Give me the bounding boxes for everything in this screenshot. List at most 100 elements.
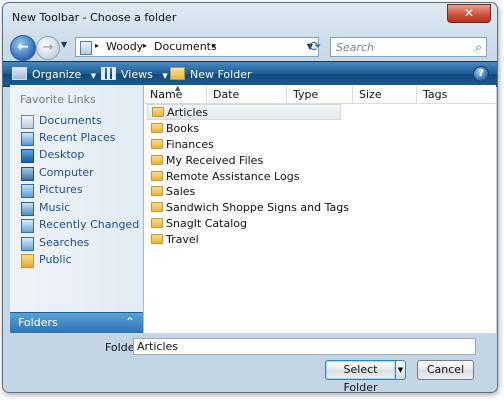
address-bar[interactable]: ▸ Woody ▸ Documents ▸ ▼ [75, 37, 319, 57]
chevron-down-icon: ▼ [397, 366, 404, 374]
folder-icon [152, 107, 164, 117]
list-item[interactable]: Sandwich Shoppe Signs and Tags [147, 200, 349, 216]
views-menu[interactable]: Views ▼ [101, 67, 168, 81]
help-glyph: ? [478, 68, 484, 79]
help-icon[interactable]: ? [473, 66, 489, 82]
breadcrumb-separator[interactable]: ▸ [95, 41, 99, 50]
navigation-pane: Favorite Links Documents Recent Places D… [10, 85, 144, 333]
back-arrow-icon: ← [17, 39, 29, 55]
list-item[interactable]: Articles [147, 104, 341, 120]
organize-icon [12, 67, 27, 80]
sort-ascending-icon: ▲ [175, 84, 181, 92]
computer-icon [21, 167, 34, 181]
pictures-icon [21, 184, 34, 198]
breadcrumb-woody[interactable]: Woody [106, 40, 143, 53]
search-icon[interactable]: ⌕ [475, 40, 482, 55]
column-label: Tags [423, 88, 448, 101]
searches-icon [21, 237, 34, 251]
column-label: Size [359, 88, 382, 101]
window-title: New Toolbar - Choose a folder [12, 11, 177, 24]
list-item[interactable]: SnagIt Catalog [147, 216, 341, 232]
recent-places-icon [21, 132, 34, 146]
dialog-window: New Toolbar - Choose a folder ✕ ← → ▼ ▸ … [2, 2, 498, 393]
fav-label: Recently Changed [39, 218, 140, 231]
folder-icon [151, 139, 163, 149]
select-folder-button[interactable]: Select Folder [325, 360, 396, 392]
breadcrumb-separator[interactable]: ▸ [143, 41, 147, 50]
breadcrumb-documents[interactable]: Documents [154, 40, 217, 53]
folder-name: Remote Assistance Logs [166, 170, 300, 183]
chevron-down-icon: ▼ [90, 72, 97, 80]
refresh-icon[interactable]: ⟳ [305, 37, 325, 57]
column-header-type[interactable]: Type [287, 85, 353, 104]
column-header-tags[interactable]: Tags [417, 85, 496, 104]
address-row: ← → ▼ ▸ Woody ▸ Documents ▸ ▼ ⟳ Search ⌕ [3, 31, 497, 61]
folder-icon [151, 186, 163, 196]
folder-name: Books [166, 122, 200, 135]
folder-icon [151, 171, 163, 181]
column-header-name[interactable]: Name ▲ [144, 84, 207, 104]
folders-toggle[interactable]: Folders ⌃ [10, 312, 143, 333]
fav-label: Computer [39, 166, 94, 179]
search-input[interactable]: Search ⌕ [330, 37, 487, 57]
forward-arrow-icon: → [42, 40, 54, 55]
list-item[interactable]: Finances [147, 137, 341, 153]
fav-label: Music [39, 201, 71, 214]
fav-label: Pictures [39, 183, 83, 196]
views-label: Views [121, 68, 153, 81]
folder-icon [151, 218, 163, 228]
folder-name-field[interactable]: Articles [133, 338, 476, 355]
column-header-size[interactable]: Size [353, 85, 417, 104]
cancel-button[interactable]: Cancel [417, 360, 474, 380]
music-icon [21, 202, 34, 216]
fav-label: Recent Places [39, 131, 116, 144]
recently-changed-icon [21, 219, 34, 233]
favorite-links-heading: Favorite Links [20, 93, 96, 106]
folders-label: Folders [18, 316, 58, 329]
recent-pages-dropdown[interactable]: ▼ [61, 40, 67, 49]
folder-icon [151, 202, 163, 212]
fav-label: Desktop [39, 148, 85, 161]
list-item[interactable]: Sales [147, 184, 341, 200]
back-button[interactable]: ← [10, 35, 36, 61]
fav-label: Public [39, 253, 72, 266]
list-item[interactable]: Books [147, 121, 341, 137]
folder-name: Articles [167, 106, 209, 119]
fav-label: Documents [39, 114, 102, 127]
views-icon [101, 67, 116, 80]
file-list: Name ▲ Date modified Type Size Tags Arti… [144, 84, 496, 333]
location-icon [80, 41, 92, 55]
folder-name: My Received Files [166, 154, 264, 167]
close-icon: ✕ [463, 6, 475, 20]
list-item[interactable]: My Received Files [147, 153, 341, 169]
list-item[interactable]: Travel [147, 232, 341, 248]
column-header-date-modified[interactable]: Date modified [207, 85, 287, 120]
new-folder-button[interactable]: New Folder [170, 67, 251, 81]
title-bar[interactable]: New Toolbar - Choose a folder ✕ [3, 3, 497, 31]
chevron-up-icon: ⌃ [124, 315, 135, 329]
breadcrumb-separator[interactable]: ▸ [212, 41, 216, 50]
folder-icon [151, 234, 163, 244]
column-label: Type [293, 88, 319, 101]
search-placeholder: Search [336, 41, 375, 54]
folder-icon [151, 123, 163, 133]
folder-name: Finances [166, 138, 214, 151]
forward-button[interactable]: → [36, 36, 60, 60]
select-folder-dropdown[interactable]: ▼ [395, 360, 406, 380]
new-folder-label: New Folder [190, 68, 252, 81]
close-button[interactable]: ✕ [447, 4, 491, 23]
folder-name: Sales [166, 185, 196, 198]
organize-menu[interactable]: Organize ▼ [12, 67, 96, 81]
documents-icon [21, 115, 34, 129]
organize-label: Organize [32, 68, 82, 81]
fav-label: Searches [39, 236, 90, 249]
command-bar: Organize ▼ Views ▼ New Folder ? [3, 61, 497, 87]
public-folder-icon [21, 254, 34, 268]
chevron-down-icon: ▼ [162, 72, 168, 80]
folder-icon [151, 155, 163, 165]
folder-name: Travel [166, 233, 199, 246]
desktop-icon [21, 149, 34, 163]
list-item[interactable]: Remote Assistance Logs [147, 169, 341, 185]
dialog-footer: Folder: Articles Select Folder ▼ Cancel [3, 334, 497, 392]
folder-name: SnagIt Catalog [166, 217, 247, 230]
